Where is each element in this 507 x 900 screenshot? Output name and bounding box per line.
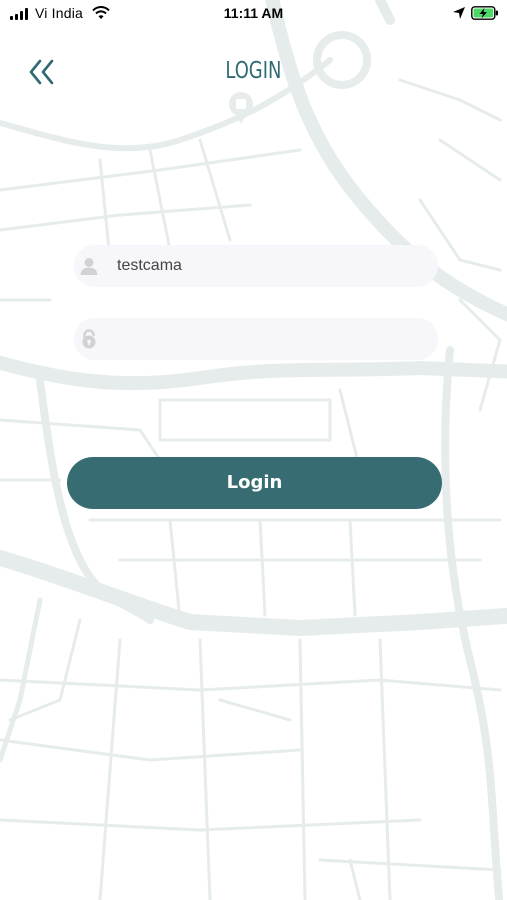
login-screen: Vi India 11:11 AM LOGIN testcama Login <box>0 0 507 900</box>
password-input[interactable] <box>117 318 417 360</box>
login-button[interactable]: Login <box>67 457 442 509</box>
page-title: LOGIN <box>225 58 282 84</box>
username-field[interactable] <box>74 245 438 287</box>
lock-icon <box>82 329 96 349</box>
username-input[interactable] <box>117 245 417 287</box>
status-time: 11:11 AM <box>223 5 284 21</box>
battery-charging-icon <box>471 6 498 20</box>
status-bar: Vi India 11:11 AM <box>0 0 507 28</box>
user-icon <box>80 258 98 275</box>
location-arrow-icon <box>453 7 465 19</box>
map-background <box>0 0 507 900</box>
password-field[interactable] <box>74 318 438 360</box>
